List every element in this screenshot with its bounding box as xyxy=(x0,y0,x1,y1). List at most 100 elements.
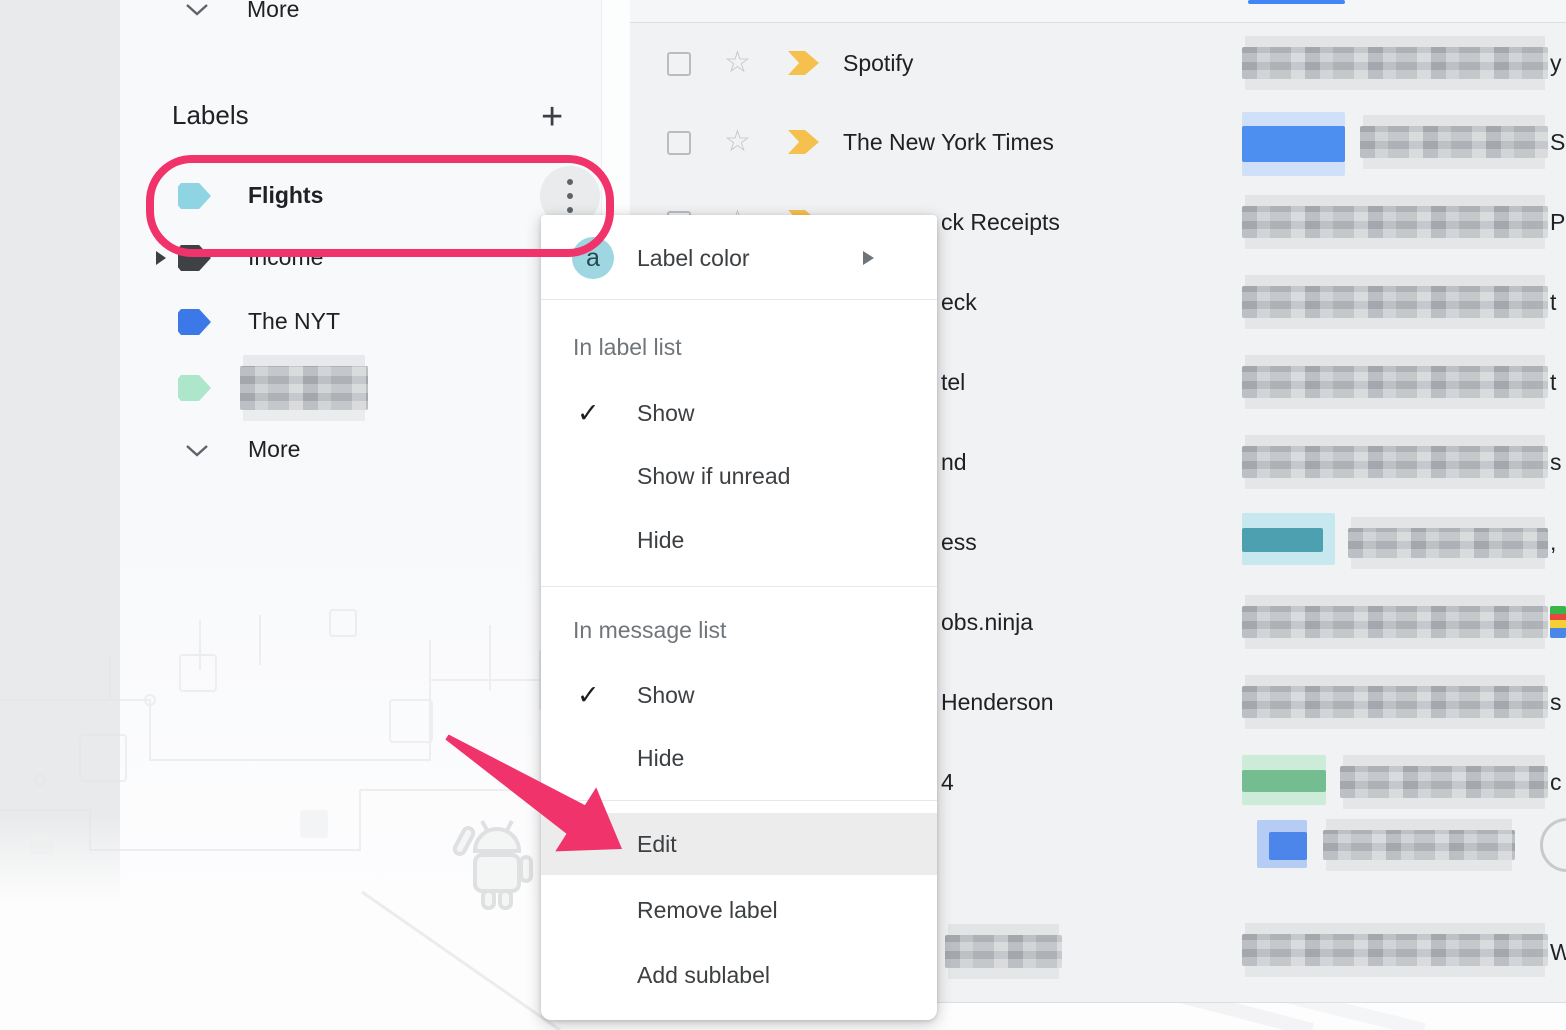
create-label-button[interactable]: + xyxy=(541,96,563,139)
menu-item-label: Show xyxy=(637,400,695,427)
label-chip-green-halo xyxy=(1242,755,1326,805)
importance-marker-icon[interactable] xyxy=(788,130,819,154)
redacted-subject xyxy=(1242,47,1548,79)
redacted-subject xyxy=(1242,934,1548,966)
sender-name: eck xyxy=(941,262,977,342)
menu-item-hide-label-list[interactable]: Hide xyxy=(541,514,937,566)
sidebar-item-more-bottom[interactable]: More xyxy=(248,436,300,463)
menu-item-show-message-list[interactable]: ✓ Show xyxy=(541,669,937,721)
sender-name: The New York Times xyxy=(843,102,1054,182)
sender-favicon xyxy=(1550,606,1566,638)
checkbox[interactable] xyxy=(667,131,691,155)
subject-overflow-text: W xyxy=(1550,902,1566,1002)
sender-name: nd xyxy=(941,422,967,502)
menu-item-label: Add sublabel xyxy=(637,962,770,989)
sender-name: obs.ninja xyxy=(941,582,1033,662)
sidebar-item-more-top[interactable]: More xyxy=(247,0,299,23)
menu-item-hide-message-list[interactable]: Hide xyxy=(541,732,937,784)
email-row-spotify[interactable]: ☆ Spotify y xyxy=(630,22,1566,104)
menu-item-show-if-unread[interactable]: Show if unread xyxy=(541,450,937,502)
dots-icon xyxy=(567,179,573,185)
labels-header: Labels xyxy=(172,100,249,131)
sender-name: Henderson xyxy=(941,662,1054,742)
label-color-swatch-icon: a xyxy=(572,237,614,279)
subject-overflow-text: P xyxy=(1550,182,1565,262)
subject-overflow-text: s xyxy=(1550,662,1562,742)
page-background-strip xyxy=(0,0,120,905)
checkbox[interactable] xyxy=(667,52,691,76)
avatar-letter: a xyxy=(586,244,600,273)
label-tag-icon xyxy=(178,183,211,214)
menu-item-label: Hide xyxy=(637,745,684,772)
check-icon: ✓ xyxy=(577,398,600,429)
redacted-sender xyxy=(945,935,1062,968)
cropped-blue-element xyxy=(1248,0,1345,4)
redacted-subject xyxy=(1242,686,1548,718)
redacted-subject xyxy=(1242,286,1548,318)
subject-overflow-text: S xyxy=(1550,102,1565,182)
redacted-subject xyxy=(1242,366,1548,398)
star-icon[interactable]: ☆ xyxy=(724,47,751,79)
label-chip-blue xyxy=(1242,126,1345,162)
menu-item-label-color[interactable]: a Label color xyxy=(541,225,937,291)
menu-section-in-label-list: In label list xyxy=(573,321,937,373)
sender-name: 4 xyxy=(941,742,954,822)
subject-overflow-text: s xyxy=(1550,422,1562,502)
menu-divider xyxy=(541,800,937,801)
menu-item-label: Hide xyxy=(637,527,684,554)
subject-overflow-text: c xyxy=(1550,742,1562,822)
sidebar-item-income[interactable]: Income xyxy=(248,244,323,271)
redacted-subject xyxy=(1323,830,1515,860)
label-chip-smallblue xyxy=(1269,832,1307,860)
label-context-menu: a Label color In label list ✓ Show Show … xyxy=(541,215,937,1020)
label-chip-smallblue-halo xyxy=(1257,820,1307,868)
redacted-label-name[interactable] xyxy=(240,366,368,410)
menu-item-show-label-list[interactable]: ✓ Show xyxy=(541,387,937,439)
redacted-subject xyxy=(1360,126,1548,158)
label-tag-icon xyxy=(178,375,211,406)
sender-name: ess xyxy=(941,502,977,582)
menu-item-label: Edit xyxy=(637,831,677,858)
menu-divider xyxy=(541,299,937,300)
importance-marker-icon[interactable] xyxy=(788,51,819,75)
label-chip-teal-halo xyxy=(1242,513,1335,565)
label-tag-icon xyxy=(178,245,211,276)
menu-item-add-sublabel[interactable]: Add sublabel xyxy=(541,949,937,1001)
menu-item-edit[interactable]: Edit xyxy=(541,813,937,875)
menu-item-remove-label[interactable]: Remove label xyxy=(541,884,937,936)
label-chip-blue-halo xyxy=(1242,112,1345,176)
email-row-nyt[interactable]: ☆ The New York Times S xyxy=(630,102,1566,183)
subject-overflow-text: t xyxy=(1550,262,1556,342)
chevron-down-icon[interactable] xyxy=(184,2,210,22)
menu-item-label: Remove label xyxy=(637,897,778,924)
chevron-down-icon[interactable] xyxy=(184,443,210,463)
dots-icon xyxy=(567,193,573,199)
sender-name: tel xyxy=(941,342,965,422)
menu-divider xyxy=(541,586,937,587)
subject-overflow-text: y xyxy=(1550,23,1562,103)
sidebar-item-flights[interactable]: Flights xyxy=(248,182,323,209)
label-tag-icon xyxy=(178,309,211,340)
menu-item-label: Label color xyxy=(637,245,750,272)
sender-name: ck Receipts xyxy=(941,182,1060,262)
submenu-arrow-icon xyxy=(863,251,874,265)
expand-arrow-icon[interactable] xyxy=(156,251,166,265)
star-icon[interactable]: ☆ xyxy=(724,126,751,158)
redacted-subject xyxy=(1242,446,1548,478)
menu-item-label: Show if unread xyxy=(637,463,790,490)
sender-name: Spotify xyxy=(843,23,913,103)
gmail-label-menu-screenshot: { "annotation": { "accent_color": "#f033… xyxy=(0,0,1566,1030)
redacted-subject xyxy=(1340,766,1548,798)
subject-overflow-text: t xyxy=(1550,342,1556,422)
redacted-subject xyxy=(1242,606,1548,638)
check-icon: ✓ xyxy=(577,680,600,711)
redacted-subject xyxy=(1242,206,1548,238)
redacted-subject xyxy=(1348,528,1548,558)
cropped-avatar-circle xyxy=(1540,818,1566,872)
menu-section-in-message-list: In message list xyxy=(573,604,937,656)
dots-icon xyxy=(567,207,573,213)
sidebar-item-the-nyt[interactable]: The NYT xyxy=(248,308,340,335)
label-chip-teal xyxy=(1242,528,1323,552)
label-chip-green xyxy=(1242,770,1326,792)
menu-item-label: Show xyxy=(637,682,695,709)
